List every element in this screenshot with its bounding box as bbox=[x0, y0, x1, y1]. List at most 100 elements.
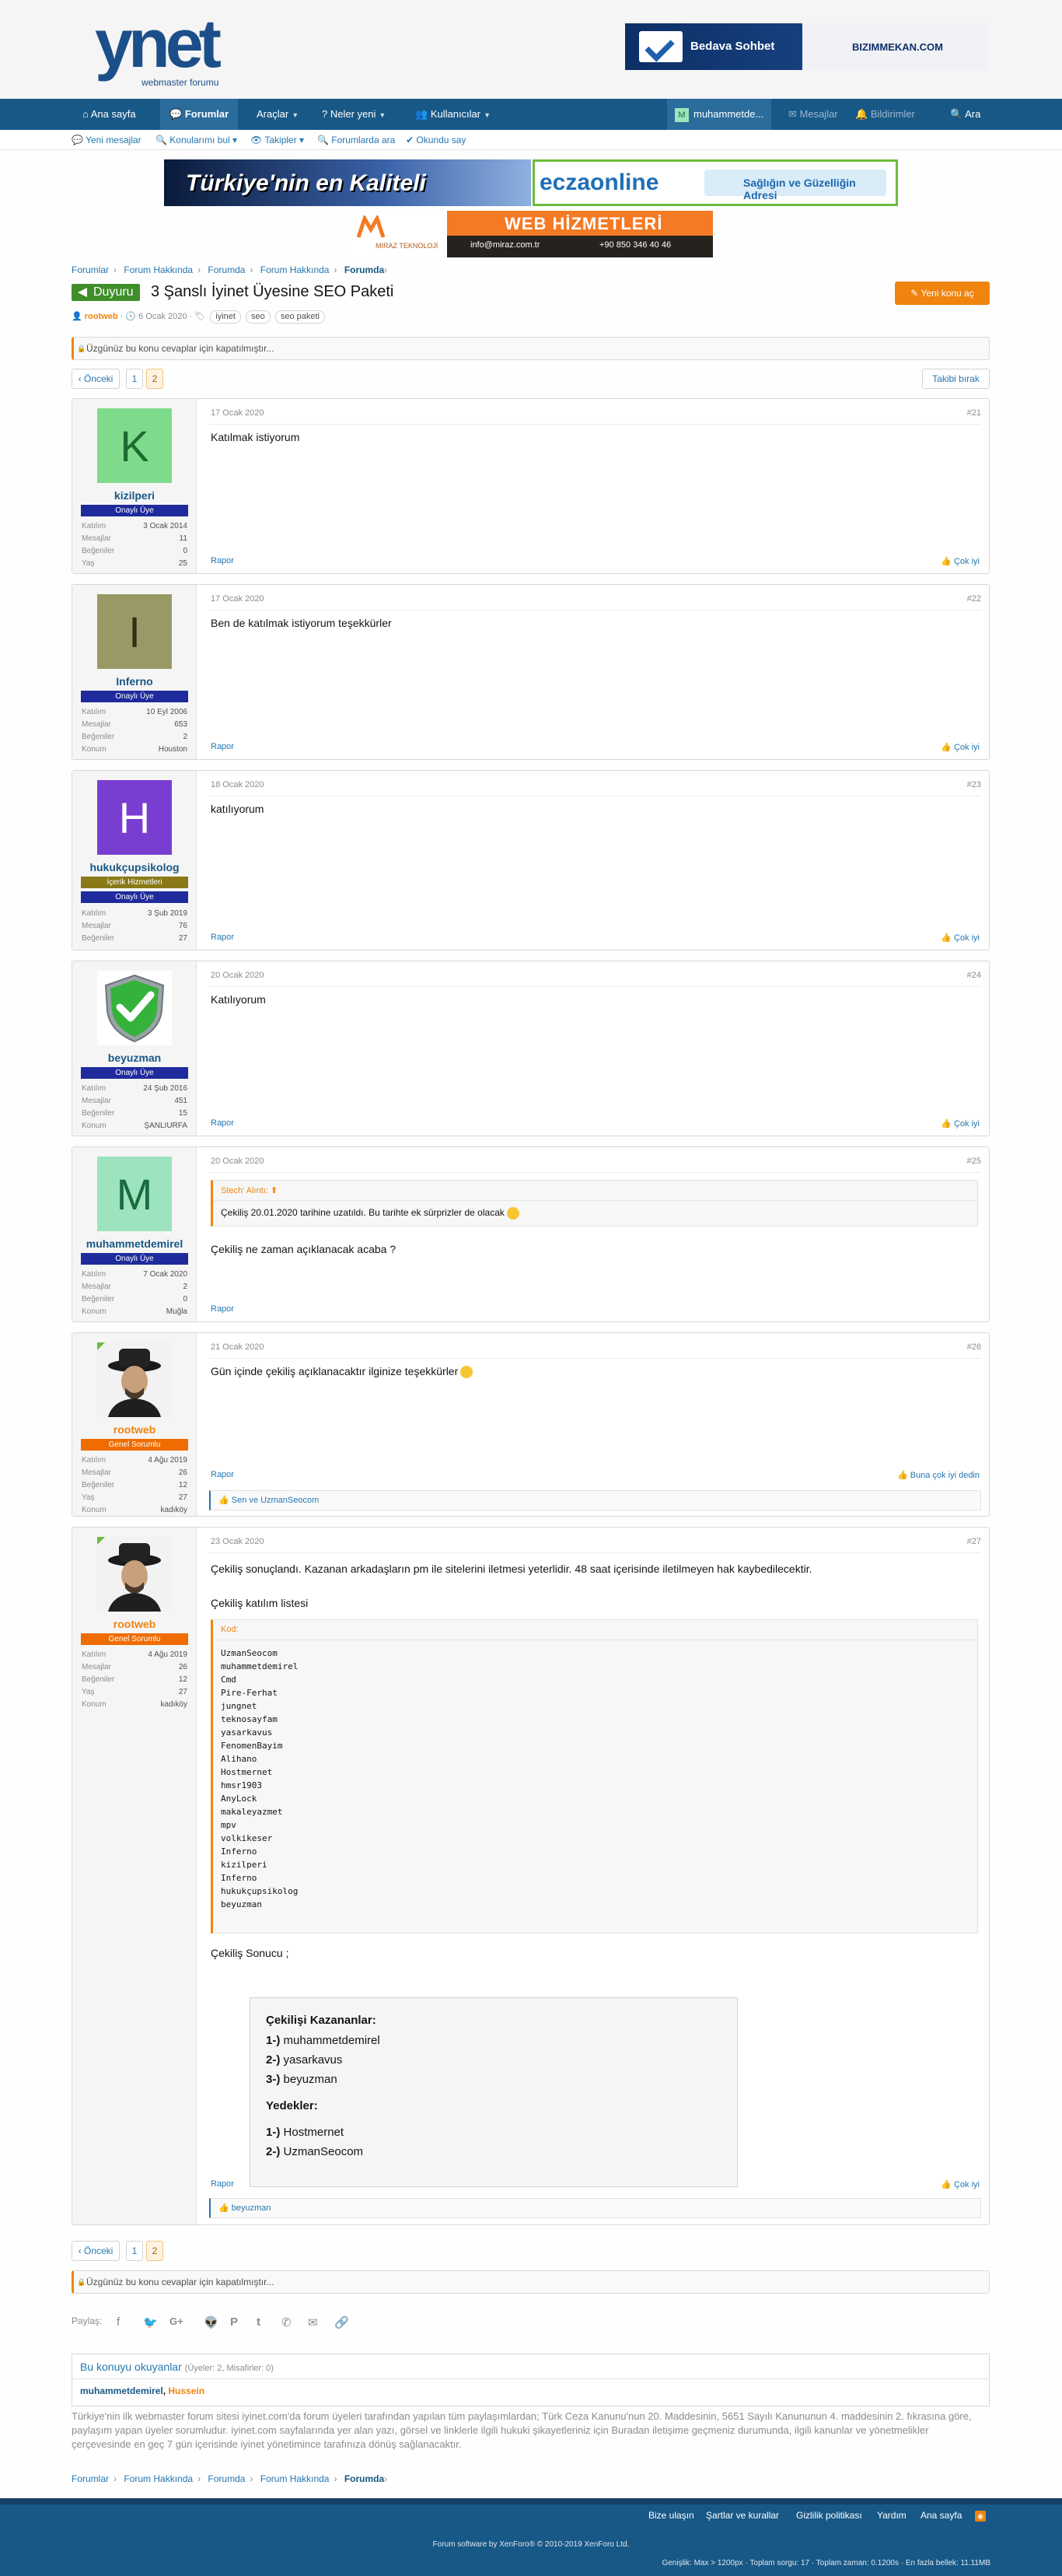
post-date[interactable]: 18 Ocak 2020 bbox=[211, 780, 264, 789]
footer-link-contact[interactable]: Bize ulaşın bbox=[648, 2510, 694, 2527]
report-link[interactable]: Rapor bbox=[211, 1118, 234, 1128]
subnav-search-forums[interactable]: 🔍 Forumlarda ara bbox=[317, 130, 395, 150]
post-number[interactable]: #22 bbox=[967, 594, 981, 604]
thread-author[interactable]: rootweb bbox=[85, 312, 118, 321]
post-date[interactable]: 21 Ocak 2020 bbox=[211, 1342, 264, 1352]
facebook-icon[interactable]: f bbox=[117, 2315, 120, 2329]
reader-link[interactable]: muhammetdemirel bbox=[80, 2385, 163, 2396]
avatar[interactable] bbox=[97, 1537, 172, 1612]
username[interactable]: rootweb bbox=[72, 1618, 197, 1630]
new-thread-button[interactable]: ✎ Yeni konu aç bbox=[895, 282, 990, 305]
post-number[interactable]: #21 bbox=[967, 408, 981, 418]
page-current[interactable]: 2 bbox=[146, 369, 163, 389]
breadcrumb-item[interactable]: Forumda bbox=[208, 2473, 245, 2484]
nav-forums[interactable]: 💬 Forumlar bbox=[160, 99, 239, 130]
nav-messages[interactable]: ✉ Mesajlar bbox=[788, 99, 838, 130]
banner-ad-eczaonline[interactable]: Türkiye'nin en Kaliteli eczaonline Sağlı… bbox=[164, 159, 898, 206]
breadcrumb-item[interactable]: Forumlar bbox=[72, 264, 109, 275]
google-plus-icon[interactable]: G+ bbox=[169, 2315, 183, 2327]
avatar[interactable]: M bbox=[97, 1157, 172, 1231]
breadcrumb-item[interactable]: Forumda bbox=[208, 264, 245, 275]
page-link[interactable]: 1 bbox=[126, 369, 143, 389]
footer-link-terms[interactable]: Şartlar ve kurallar bbox=[706, 2510, 779, 2527]
nav-search[interactable]: 🔍 Ara bbox=[950, 99, 980, 130]
username[interactable]: beyuzman bbox=[72, 1052, 197, 1064]
page-link[interactable]: 1 bbox=[126, 2241, 143, 2261]
subnav-new-posts[interactable]: 💬 Yeni mesajlar bbox=[72, 130, 141, 150]
post-date[interactable]: 23 Ocak 2020 bbox=[211, 1537, 264, 1546]
username[interactable]: rootweb bbox=[72, 1423, 197, 1436]
like-button[interactable]: 👍 Çok iyi bbox=[941, 742, 980, 752]
thread-tag[interactable]: iyinet bbox=[210, 310, 241, 324]
footer-link-privacy[interactable]: Gizlilik politikası bbox=[796, 2510, 862, 2527]
likes-summary[interactable]: 👍 beyuzman bbox=[209, 2198, 981, 2218]
nav-home[interactable]: ⌂ Ana sayfa bbox=[82, 99, 136, 130]
thread-tag[interactable]: seo paketi bbox=[274, 310, 325, 324]
like-button[interactable]: 👍 Çok iyi bbox=[941, 1118, 980, 1129]
report-link[interactable]: Rapor bbox=[211, 933, 234, 942]
link-icon[interactable]: 🔗 bbox=[334, 2315, 349, 2329]
avatar[interactable]: I bbox=[97, 594, 172, 669]
post-number[interactable]: #26 bbox=[967, 1342, 981, 1352]
post-number[interactable]: #25 bbox=[967, 1157, 981, 1166]
breadcrumb-item[interactable]: Forumda bbox=[344, 264, 384, 275]
nav-users[interactable]: 👥 Kullanıcılar ▼ bbox=[415, 99, 491, 130]
site-logo[interactable]: ynet webmaster forumu bbox=[95, 5, 243, 92]
pinterest-icon[interactable]: P bbox=[230, 2315, 238, 2329]
avatar[interactable]: H bbox=[97, 780, 172, 855]
whatsapp-icon[interactable]: ✆ bbox=[281, 2315, 292, 2329]
page-current[interactable]: 2 bbox=[146, 2241, 163, 2261]
post-date[interactable]: 17 Ocak 2020 bbox=[211, 408, 264, 418]
breadcrumb-item[interactable]: Forum Hakkında bbox=[260, 264, 330, 275]
username[interactable]: Inferno bbox=[72, 675, 197, 688]
username[interactable]: hukukçupsikolog bbox=[72, 861, 197, 873]
breadcrumb-item[interactable]: Forumlar bbox=[72, 2473, 109, 2484]
nav-alerts[interactable]: 🔔 Bildirimler bbox=[855, 99, 915, 130]
twitter-icon[interactable]: 🐦 bbox=[143, 2315, 158, 2329]
post-number[interactable]: #24 bbox=[967, 971, 981, 980]
breadcrumb-item[interactable]: Forumda bbox=[344, 2473, 384, 2484]
post-date[interactable]: 17 Ocak 2020 bbox=[211, 594, 264, 604]
rss-icon[interactable]: ◉ bbox=[975, 2511, 986, 2522]
reddit-icon[interactable]: 👽 bbox=[204, 2315, 218, 2329]
prev-page-button[interactable]: ‹ Önceki bbox=[72, 2241, 120, 2261]
nav-account[interactable]: Mmuhammetde... bbox=[667, 99, 772, 130]
tumblr-icon[interactable]: t bbox=[257, 2315, 260, 2329]
prev-page-button[interactable]: ‹ Önceki bbox=[72, 369, 120, 389]
report-link[interactable]: Rapor bbox=[211, 1470, 234, 1479]
subnav-mark-read[interactable]: ✔ Okundu say bbox=[406, 130, 466, 150]
breadcrumb-item[interactable]: Forum Hakkında bbox=[124, 2473, 193, 2484]
nav-whats-new[interactable]: ? Neler yeni ▼ bbox=[322, 99, 386, 130]
breadcrumb-item[interactable]: Forum Hakkında bbox=[124, 264, 193, 275]
email-icon[interactable]: ✉ bbox=[308, 2315, 318, 2329]
unwatch-button[interactable]: Takibi bırak bbox=[922, 369, 990, 389]
likes-summary[interactable]: 👍 Sen ve UzmanSeocom bbox=[209, 1490, 981, 1510]
post-date[interactable]: 20 Ocak 2020 bbox=[211, 971, 264, 980]
footer-link-home[interactable]: Ana sayfa bbox=[921, 2510, 962, 2527]
report-link[interactable]: Rapor bbox=[211, 556, 234, 565]
like-button[interactable]: 👍 Çok iyi bbox=[941, 933, 980, 943]
report-link[interactable]: Rapor bbox=[211, 742, 234, 751]
liked-button[interactable]: 👍 Buna çok iyi dedin bbox=[897, 1470, 980, 1480]
nav-tools[interactable]: Araçlar ▼ bbox=[257, 99, 299, 130]
subnav-watched[interactable]: 👁 Takipler ▾ bbox=[250, 130, 304, 150]
username[interactable]: kizilperi bbox=[72, 489, 197, 502]
like-button[interactable]: 👍 Çok iyi bbox=[941, 2179, 980, 2189]
username[interactable]: muhammetdemirel bbox=[72, 1237, 197, 1250]
report-link[interactable]: Rapor bbox=[211, 1304, 234, 1314]
subnav-find-threads[interactable]: 🔍 Konularımı bul ▾ bbox=[155, 130, 237, 150]
post-date[interactable]: 20 Ocak 2020 bbox=[211, 1157, 264, 1166]
avatar[interactable] bbox=[97, 1342, 172, 1417]
banner-ad-miraz[interactable]: MIRAZ TEKNOLOJİ WEB HİZMETLERİ info@mira… bbox=[349, 211, 713, 257]
reader-link[interactable]: Hussein bbox=[168, 2385, 204, 2396]
header-banner-ad[interactable]: Bedava Sohbet BIZIMMEKAN.COM bbox=[625, 23, 989, 70]
thread-tag[interactable]: seo bbox=[246, 310, 271, 324]
post-number[interactable]: #27 bbox=[967, 1537, 981, 1546]
quote-header[interactable]: Stech' Alıntı: ⬆ bbox=[213, 1181, 977, 1201]
breadcrumb-item[interactable]: Forum Hakkında bbox=[260, 2473, 330, 2484]
avatar[interactable]: K bbox=[97, 408, 172, 483]
report-link[interactable]: Rapor bbox=[211, 2179, 234, 2189]
like-button[interactable]: 👍 Çok iyi bbox=[941, 556, 980, 566]
post-number[interactable]: #23 bbox=[967, 780, 981, 789]
footer-link-help[interactable]: Yardım bbox=[877, 2510, 907, 2527]
